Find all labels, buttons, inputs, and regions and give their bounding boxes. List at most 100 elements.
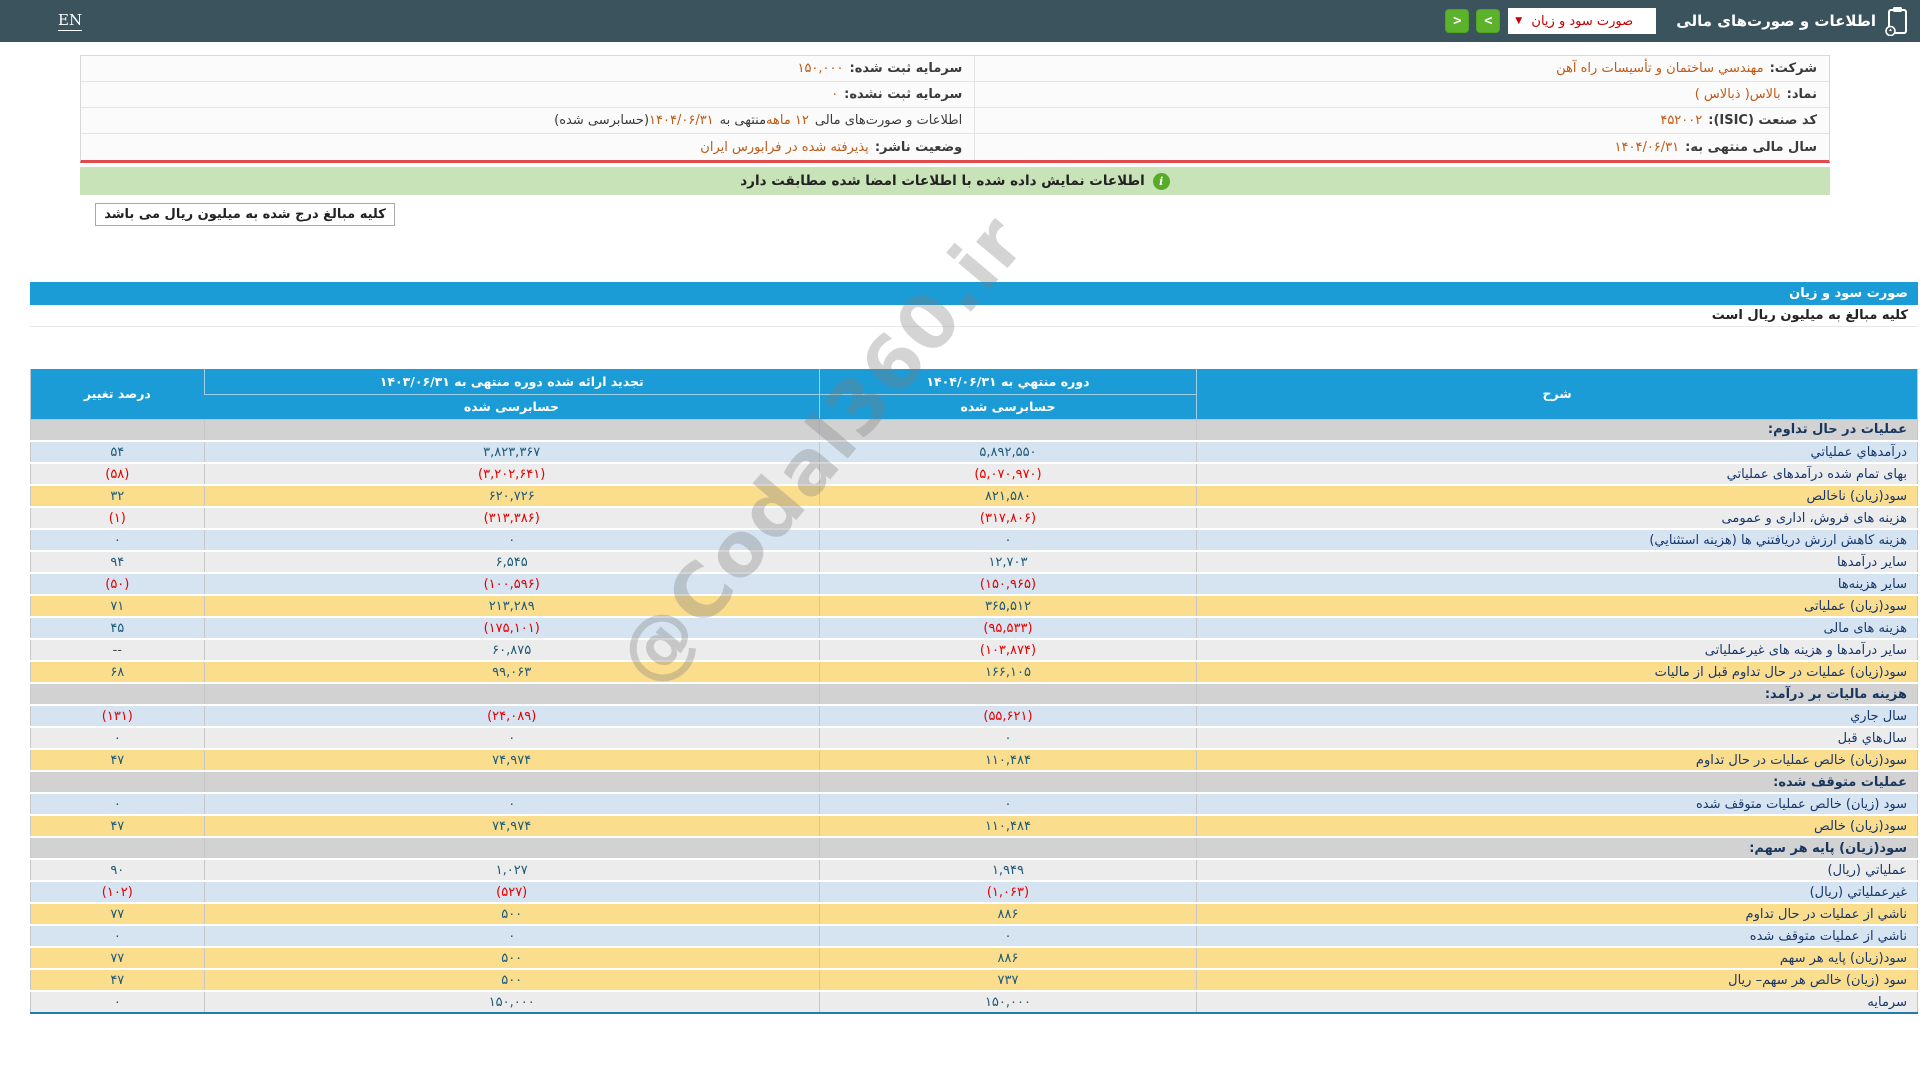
line-item-label: سود(زیان) خالص عملیات در حال تداوم [1197, 749, 1918, 771]
table-row: هزینه های فروش، اداری و عمومی(۳۱۷,۸۰۶)(۳… [31, 507, 1918, 529]
section-empty-cell [204, 771, 819, 793]
amount-cell: ۶,۵۴۵ [204, 551, 819, 573]
amount-cell: ۷۷ [31, 947, 205, 969]
line-item-label: سود(زیان) خالص [1197, 815, 1918, 837]
line-item-label: سود(زیان) پایه هر سهم [1197, 947, 1918, 969]
line-item-label: سود(زیان) عملیات در حال تداوم قبل از مال… [1197, 661, 1918, 683]
company-info-row: کد صنعت (ISIC): ۴۵۲۰۰۲ اطلاعات و صورت‌ها… [81, 108, 1829, 134]
section-header-row: هزینه مالیات بر درآمد: [31, 683, 1918, 705]
table-row: سایر هزینه‌ها(۱۵۰,۹۶۵)(۱۰۰,۵۹۶)(۵۰) [31, 573, 1918, 595]
info-icon: i [1153, 173, 1170, 190]
line-item-label: ناشي از عملیات در حال تداوم [1197, 903, 1918, 925]
section-empty-cell [819, 419, 1196, 441]
section-header-row: عملیات در حال تداوم: [31, 419, 1918, 441]
unregistered-capital-value: ۰ [831, 87, 838, 102]
amount-cell: (۱۰۰,۵۹۶) [204, 573, 819, 595]
amount-cell: ۰ [204, 793, 819, 815]
amount-cell: ۰ [31, 727, 205, 749]
amount-cell: ۷۴,۹۷۴ [204, 749, 819, 771]
column-header-change-percent: درصد تغییر [31, 369, 205, 419]
symbol-value: بالاس( ذبالاس ) [1695, 87, 1781, 102]
amount-cell: ۱۶۶,۱۰۵ [819, 661, 1196, 683]
english-language-link[interactable]: EN [58, 11, 82, 31]
table-row: سود(زیان) خالص۱۱۰,۴۸۴۷۴,۹۷۴۴۷ [31, 815, 1918, 837]
line-item-label: سال‌هاي قبل [1197, 727, 1918, 749]
isic-label: کد صنعت (ISIC): [1708, 113, 1817, 128]
audit-note-date: ۱۴۰۴/۰۶/۳۱ [649, 113, 714, 128]
amount-cell: (۱۳۱) [31, 705, 205, 727]
company-info-row: شرکت: مهندسي ساختمان و تأسيسات راه آهن س… [81, 56, 1829, 82]
fiscal-year-label: سال مالی منتهی به: [1685, 140, 1817, 155]
registered-capital-value: ۱۵۰,۰۰۰ [797, 61, 843, 76]
amount-cell: ۰ [819, 727, 1196, 749]
line-item-label: سود(زیان) ناخالص [1197, 485, 1918, 507]
section-empty-cell [819, 683, 1196, 705]
column-header-current-period: دوره منتهي به ۱۴۰۴/۰۶/۳۱ [819, 369, 1196, 394]
amount-cell: ۴۵ [31, 617, 205, 639]
publisher-status-value: پذیرفته شده در فرابورس ایران [700, 140, 869, 155]
column-header-description: شرح [1197, 369, 1918, 419]
amount-cell: (۱۷۵,۱۰۱) [204, 617, 819, 639]
amount-cell: ۱۵۰,۰۰۰ [204, 991, 819, 1013]
line-item-label: درآمدهاي عملياتي [1197, 441, 1918, 463]
line-item-label: سایر درآمدها [1197, 551, 1918, 573]
symbol-label: نماد: [1787, 87, 1817, 102]
amount-cell: ۰ [204, 925, 819, 947]
signed-match-text: اطلاعات نمایش داده شده با اطلاعات امضا ش… [740, 173, 1145, 189]
amount-cell: ۵۰۰ [204, 969, 819, 991]
amount-cell: (۱,۰۶۳) [819, 881, 1196, 903]
table-row: درآمدهاي عملياتي۵,۸۹۲,۵۵۰۳,۸۲۳,۳۶۷۵۴ [31, 441, 1918, 463]
table-row: سایر درآمدها و هزینه های غیرعملیاتی(۱۰۳,… [31, 639, 1918, 661]
table-row: غیرعملیاتي (ریال)(۱,۰۶۳)(۵۲۷)(۱۰۲) [31, 881, 1918, 903]
section-empty-cell [819, 771, 1196, 793]
table-row: سود(زیان) عملیات در حال تداوم قبل از مال… [31, 661, 1918, 683]
table-row: سال‌هاي قبل۰۰۰ [31, 727, 1918, 749]
column-header-prior-period: تجدید ارائه شده دوره منتهی به ۱۴۰۳/۰۶/۳۱ [204, 369, 819, 394]
income-statement-section: صورت سود و زیان کلیه مبالغ به میلیون ریا… [30, 282, 1918, 1014]
unregistered-capital-label: سرمایه ثبت نشده: [844, 87, 962, 102]
audit-note-pre: اطلاعات و صورت‌های مالی [815, 113, 962, 128]
section-label: سود(زیان) پایه هر سهم: [1197, 837, 1918, 859]
amount-cell: (۵۲۷) [204, 881, 819, 903]
amount-cell: ۰ [31, 529, 205, 551]
table-row: ناشي از عملیات در حال تداوم۸۸۶۵۰۰۷۷ [31, 903, 1918, 925]
table-row: سال جاري(۵۵,۶۲۱)(۲۴,۰۸۹)(۱۳۱) [31, 705, 1918, 727]
fiscal-year-value: ۱۴۰۴/۰۶/۳۱ [1615, 140, 1680, 155]
amount-cell: ۷۷ [31, 903, 205, 925]
line-item-label: سود (زیان) خالص هر سهم– ریال [1197, 969, 1918, 991]
section-empty-cell [204, 683, 819, 705]
amount-cell: (۱۵۰,۹۶۵) [819, 573, 1196, 595]
amount-cell: ۴۷ [31, 815, 205, 837]
section-header-row: سود(زیان) پایه هر سهم: [31, 837, 1918, 859]
amount-cell: ۰ [819, 793, 1196, 815]
amounts-unit-note-box: کلیه مبالغ درج شده به میلیون ریال می باش… [95, 203, 395, 226]
table-row: هزینه کاهش ارزش دریافتني ها (هزینه استثن… [31, 529, 1918, 551]
previous-statement-button[interactable]: < [1445, 9, 1469, 33]
next-statement-button[interactable]: > [1476, 9, 1500, 33]
amount-cell: (۵۸) [31, 463, 205, 485]
section-label: هزینه مالیات بر درآمد: [1197, 683, 1918, 705]
line-item-label: هزینه های مالی [1197, 617, 1918, 639]
amount-cell: (۵,۰۷۰,۹۷۰) [819, 463, 1196, 485]
line-item-label: سود(زیان) عملیاتی [1197, 595, 1918, 617]
amount-cell: ۵۰۰ [204, 947, 819, 969]
section-label: عملیات در حال تداوم: [1197, 419, 1918, 441]
pl-table-body: عملیات در حال تداوم:درآمدهاي عملياتي۵,۸۹… [31, 419, 1918, 1013]
column-subheader-current-audited: حسابرسی شده [819, 394, 1196, 419]
company-value: مهندسي ساختمان و تأسيسات راه آهن [1556, 61, 1763, 76]
amount-cell: ۳۶۵,۵۱۲ [819, 595, 1196, 617]
audit-note-post: (حسابرسی شده) [554, 113, 649, 128]
statement-type-select[interactable]: ▼ صورت سود و زیان [1508, 8, 1656, 34]
statement-unit-note: کلیه مبالغ به میلیون ریال است [30, 305, 1918, 327]
amount-cell: ۷۴,۹۷۴ [204, 815, 819, 837]
amount-cell: (۳۱۳,۳۸۶) [204, 507, 819, 529]
publisher-status-label: وضعیت ناشر: [875, 140, 962, 155]
amount-cell: (۱) [31, 507, 205, 529]
section-label: عملیات متوقف شده: [1197, 771, 1918, 793]
amount-cell: ۰ [31, 991, 205, 1013]
line-item-label: بهای تمام شده درآمدهای عملیاتي [1197, 463, 1918, 485]
amount-cell: ۹۴ [31, 551, 205, 573]
line-item-label: ناشي از عملیات متوقف شده [1197, 925, 1918, 947]
amount-cell: -- [31, 639, 205, 661]
page-title: اطلاعات و صورت‌های مالی [1676, 12, 1876, 30]
